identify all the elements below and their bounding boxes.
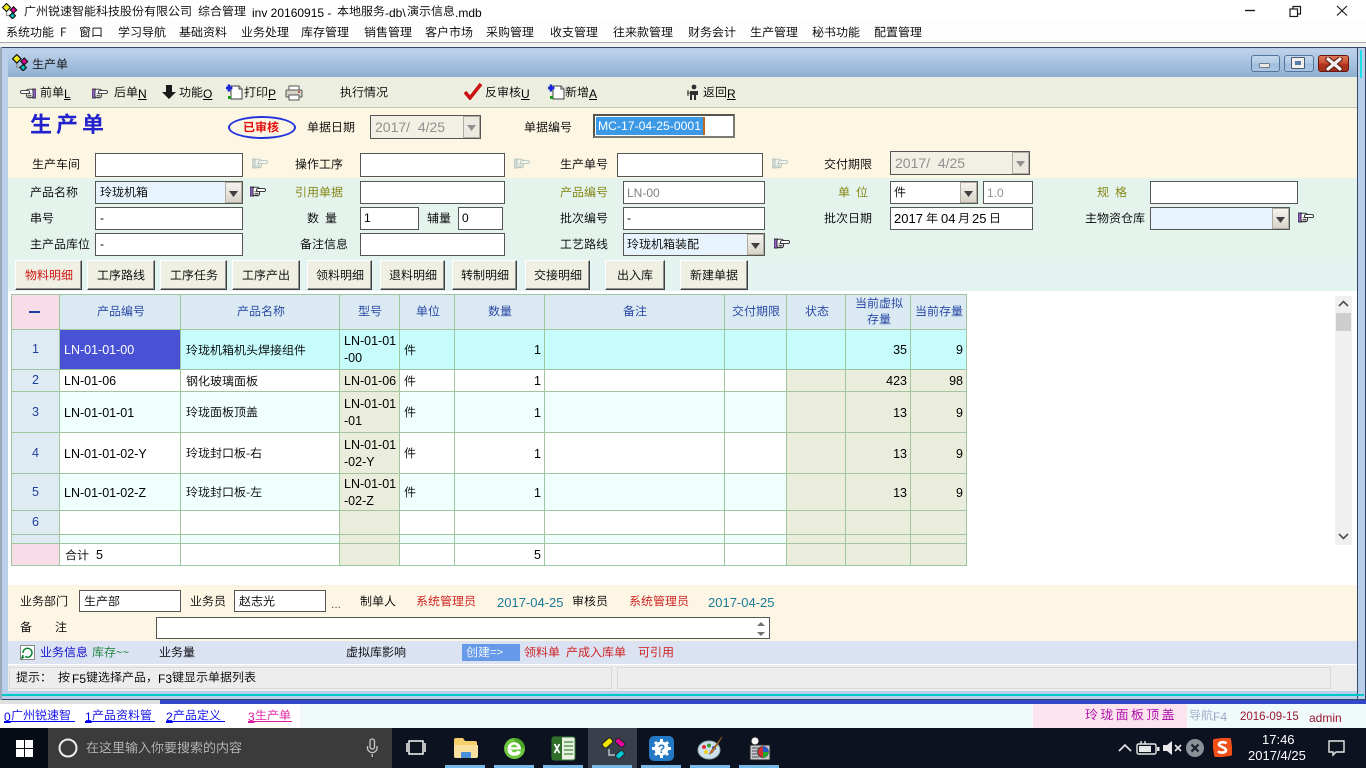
svg-text:?: ?	[658, 742, 665, 756]
